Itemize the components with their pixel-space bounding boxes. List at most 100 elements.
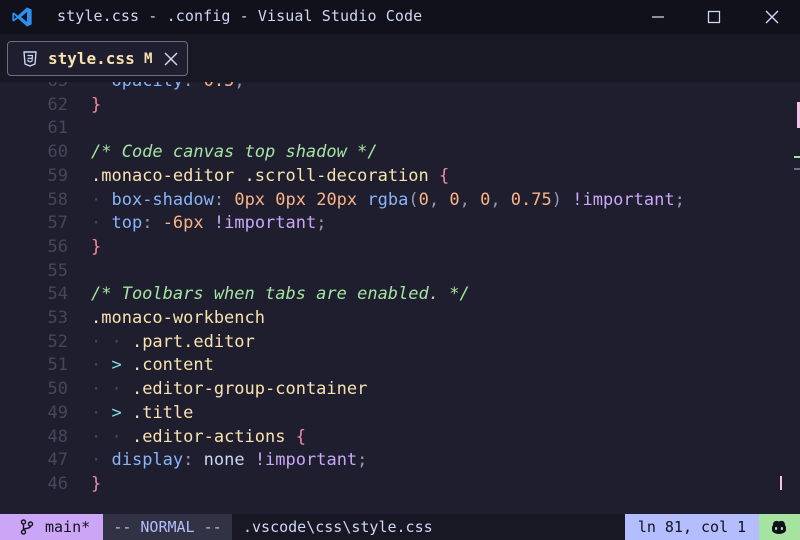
code-token: !important (254, 450, 358, 471)
code-token: !important (572, 189, 675, 210)
code-token: 0 (480, 189, 491, 210)
code-line[interactable]: 57 · top: -6px !important; (0, 211, 800, 235)
code-token: : (183, 450, 204, 471)
code-token: , (428, 189, 450, 210)
code-token: } (91, 473, 102, 494)
git-branch-status[interactable]: main* (0, 514, 103, 540)
file-path[interactable]: .vscode\css\style.css (243, 514, 433, 540)
branch-name: main* (45, 518, 91, 536)
code-token: ; (674, 189, 685, 210)
code-content: · display: none !important; (91, 448, 367, 472)
line-number: 46 (47, 473, 68, 494)
code-token: none (203, 450, 255, 471)
code-token: ( (408, 189, 419, 210)
line-number: 54 (47, 284, 68, 305)
code-content: · > .content (91, 353, 214, 377)
code-line[interactable]: 62} (0, 93, 800, 117)
code-line[interactable]: 48 · · .editor-actions { (0, 425, 800, 449)
code-line[interactable]: 50 · · .editor-group-container (0, 377, 800, 401)
line-number: 47 (47, 450, 68, 471)
code-line[interactable]: 46} (0, 472, 800, 496)
maximize-icon (707, 10, 721, 24)
close-icon (765, 10, 779, 24)
code-line[interactable]: 56} (0, 235, 800, 259)
code-line[interactable]: 49 · > .title (0, 401, 800, 425)
line-number: 60 (47, 142, 68, 163)
code-content: } (91, 472, 101, 496)
code-line[interactable]: 53 .monaco-workbench (0, 306, 800, 330)
code-token: .editor-group-container (131, 379, 368, 400)
code-content: · box-shadow: 0px 0px 20px rgba(0, 0, 0,… (91, 188, 685, 212)
code-content: /* Toolbars when tabs are enabled. */ (91, 282, 470, 306)
code-line[interactable]: 52 · · .part.editor (0, 330, 800, 354)
code-token: · (91, 213, 112, 234)
copilot-icon (772, 520, 786, 534)
code-token: > (111, 402, 132, 423)
title-bar: style.css - .config - Visual Studio Code (0, 0, 800, 34)
code-token: .scroll-decoration (244, 165, 439, 186)
code-token: { (439, 165, 450, 186)
line-number: 49 (47, 402, 68, 423)
code-content: · opacity: 0.5; (91, 82, 245, 93)
vscode-logo-icon (12, 7, 32, 27)
code-line[interactable]: 59 .monaco-editor .scroll-decoration { (0, 164, 800, 188)
code-token: /* Toolbars when tabs are enabled. */ (91, 284, 470, 305)
code-content: .monaco-workbench (91, 306, 265, 330)
window-title: style.css - .config - Visual Studio Code (57, 7, 423, 25)
code-content: · top: -6px !important; (91, 211, 326, 235)
code-token: { (295, 426, 306, 447)
code-token: · · (91, 331, 132, 352)
code-line[interactable]: 63 · opacity: 0.5; (0, 82, 800, 93)
minimize-icon (652, 16, 664, 18)
code-token: · · (91, 379, 132, 400)
code-content: · · .part.editor (91, 330, 255, 354)
code-line[interactable]: 54 /* Toolbars when tabs are enabled. */ (0, 282, 800, 306)
maximize-button[interactable] (686, 0, 742, 34)
code-token: 0 (418, 189, 429, 210)
tab-style-css[interactable]: style.css M (7, 41, 188, 76)
copilot-status[interactable] (759, 514, 800, 540)
code-line[interactable]: 55 (0, 259, 800, 283)
code-token: 0px 0px 20px (234, 189, 368, 210)
line-number: 62 (47, 94, 68, 115)
minimize-button[interactable] (630, 0, 686, 34)
code-line[interactable]: 60 /* Code canvas top shadow */ (0, 140, 800, 164)
line-number: 51 (47, 355, 68, 376)
cursor-position[interactable]: ln 81, col 1 (625, 514, 759, 540)
code-content: · · .editor-actions { (91, 425, 306, 449)
code-editor[interactable]: 63· opacity: 0.5;62}6160/* Code canvas t… (0, 82, 800, 514)
line-number: 50 (47, 379, 68, 400)
line-number: 61 (47, 118, 68, 139)
code-line[interactable]: 51 · > .content (0, 353, 800, 377)
code-content: · > .title (91, 401, 193, 425)
line-number: 53 (47, 308, 68, 328)
code-token: · · (91, 426, 132, 447)
code-token: .content (131, 355, 214, 376)
code-token: ; (316, 213, 327, 234)
code-token: .editor-actions (131, 426, 296, 447)
tab-bar: style.css M (0, 34, 800, 82)
code-line[interactable]: 47 · display: none !important; (0, 448, 800, 472)
code-token: , (459, 189, 481, 210)
code-token: } (91, 94, 102, 115)
code-content: } (91, 93, 101, 117)
modified-indicator: M (144, 51, 153, 67)
status-bar: main* -- NORMAL -- .vscode\css\style.css… (0, 514, 800, 540)
close-tab-icon[interactable] (164, 52, 178, 66)
close-window-button[interactable] (744, 0, 800, 34)
line-number: 57 (47, 213, 68, 234)
code-token: : (142, 213, 163, 234)
code-token: box-shadow (111, 189, 214, 210)
code-token: /* Code canvas top shadow */ (91, 142, 378, 163)
code-line[interactable]: 61 (0, 116, 800, 140)
code-token: .title (131, 402, 194, 423)
code-token: -6px (162, 213, 214, 234)
line-number: 56 (47, 236, 68, 257)
code-token: , (490, 189, 511, 210)
code-token: .monaco-editor (91, 165, 245, 186)
code-token: · (91, 82, 111, 91)
code-line[interactable]: 58 · box-shadow: 0px 0px 20px rgba(0, 0, … (0, 188, 800, 212)
code-token: ) (551, 189, 573, 210)
code-token: ; (234, 82, 244, 91)
code-token: 0.5 (204, 82, 235, 91)
